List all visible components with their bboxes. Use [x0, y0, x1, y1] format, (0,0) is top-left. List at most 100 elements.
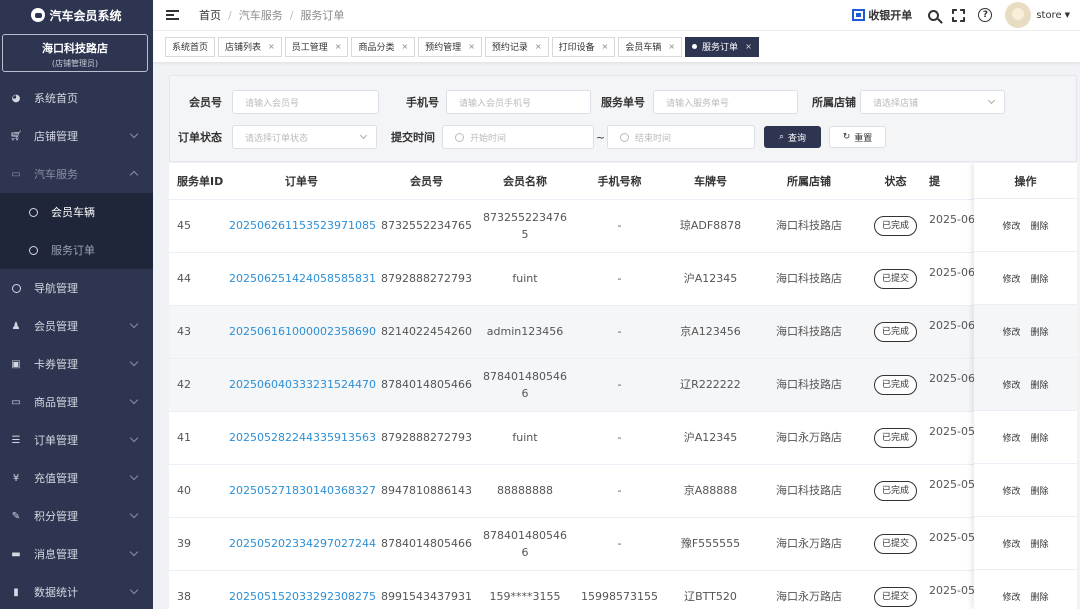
operation-cell: 修改 删除: [974, 464, 1077, 517]
order-status-select[interactable]: 请选择订单状态: [232, 125, 377, 149]
query-label: 查询: [788, 133, 807, 144]
search-icon[interactable]: [928, 9, 940, 21]
cell-order-no[interactable]: 202505202334297027244: [229, 517, 376, 571]
tags-view: 系统首页 店铺列表 × 员工管理 × 商品分类 × 预约管理 × 预约记录 × 打印设备 ×…: [153, 30, 1080, 63]
chevron-up-icon: [129, 170, 139, 180]
delete-link[interactable]: 删除: [1031, 378, 1049, 391]
phone-input[interactable]: 请输入会员手机号: [446, 90, 591, 114]
delete-link[interactable]: 删除: [1031, 272, 1049, 285]
active-dot-icon: [692, 44, 698, 49]
close-icon[interactable]: ×: [401, 42, 408, 51]
help-icon[interactable]: ?: [978, 8, 993, 22]
edit-link[interactable]: 修改: [1002, 219, 1020, 232]
reset-button[interactable]: ↻ 重置: [829, 126, 886, 148]
cashier-button[interactable]: 收银开单: [852, 7, 912, 23]
delete-link[interactable]: 删除: [1031, 431, 1049, 444]
sidebar-item-navigation[interactable]: 导航管理: [0, 269, 153, 307]
tab-label: 服务订单: [702, 43, 739, 53]
cell-order-no[interactable]: 202505282244335913563: [229, 411, 376, 465]
cell-status: 已提交: [865, 517, 926, 571]
member-no-input[interactable]: 请输入会员号: [232, 90, 379, 114]
sidebar-item-member-vehicle[interactable]: 会员车辆: [0, 193, 153, 231]
cell-id: 39: [169, 517, 229, 571]
end-time-input[interactable]: 结束时间: [607, 125, 755, 149]
start-time-input[interactable]: 开始时间: [442, 125, 594, 149]
sidebar-item-recharge[interactable]: ¥ 充值管理: [0, 459, 153, 497]
sidebar-item-service-order[interactable]: 服务订单: [0, 231, 153, 269]
tab-store-list[interactable]: 店铺列表 ×: [218, 36, 282, 57]
sidebar-item-message[interactable]: ▬ 消息管理: [0, 535, 153, 573]
query-button[interactable]: ⌕ 查询: [764, 126, 821, 148]
sidebar-item-statistics[interactable]: ▮ 数据统计: [0, 573, 153, 609]
sidebar-item-goods[interactable]: ▭ 商品管理: [0, 383, 153, 421]
sidebar-item-member[interactable]: ♟ 会员管理: [0, 307, 153, 345]
close-icon[interactable]: ×: [745, 42, 752, 51]
avatar[interactable]: [1005, 2, 1032, 28]
fullscreen-icon[interactable]: [952, 8, 966, 22]
chevron-down-icon: [129, 395, 139, 405]
placeholder: 请输入服务单号: [666, 98, 730, 109]
edit-link[interactable]: 修改: [1002, 484, 1020, 497]
tab-goods-category[interactable]: 商品分类 ×: [351, 36, 416, 57]
store-select[interactable]: 请选择店铺: [860, 90, 1005, 114]
sidebar-item-points[interactable]: ✎ 积分管理: [0, 497, 153, 535]
close-icon[interactable]: ×: [268, 42, 275, 51]
operation-cell: 修改 删除: [974, 517, 1077, 570]
delete-link[interactable]: 删除: [1031, 537, 1049, 550]
cell-store: 海口永万路店: [753, 570, 865, 609]
service-no-input[interactable]: 请输入服务单号: [653, 90, 798, 114]
edit-link[interactable]: 修改: [1002, 590, 1020, 603]
table-row: 41 202505282244335913563 8792888272793 fuin…: [169, 411, 1077, 465]
sidebar-item-store[interactable]: 🛒︎ 店铺管理: [0, 117, 153, 155]
tab-booking[interactable]: 预约管理 ×: [418, 36, 482, 57]
close-icon[interactable]: ×: [468, 42, 475, 51]
edit-link[interactable]: 修改: [1002, 431, 1020, 444]
cell-id: 40: [169, 464, 229, 518]
tab-printer[interactable]: 打印设备 ×: [551, 36, 616, 57]
delete-link[interactable]: 删除: [1031, 325, 1049, 338]
sidebar: 汽车会员系统 海口科技路店 (店铺管理员) ◕ 系统首页 🛒︎ 店铺管理 ▭ 汽…: [0, 0, 153, 609]
store-selector[interactable]: 海口科技路店 (店铺管理员): [2, 34, 148, 72]
sidebar-item-coupon[interactable]: ▣ 卡券管理: [0, 345, 153, 383]
chevron-down-icon: [987, 96, 996, 105]
delete-link[interactable]: 删除: [1031, 219, 1049, 232]
close-icon[interactable]: ×: [602, 42, 609, 51]
cell-order-no[interactable]: 202506040333231524470: [229, 358, 376, 412]
sidebar-item-label: 汽车服务: [34, 168, 78, 181]
placeholder: 请选择订单状态: [245, 133, 309, 144]
submenu-car-service: 会员车辆 服务订单: [0, 193, 153, 269]
menu-toggle-icon[interactable]: [166, 10, 179, 20]
sidebar-item-order[interactable]: ☰ 订单管理: [0, 421, 153, 459]
close-icon[interactable]: ×: [535, 42, 542, 51]
tab-staff[interactable]: 员工管理 ×: [284, 36, 349, 57]
sidebar-item-label: 消息管理: [34, 548, 78, 561]
cell-order-no[interactable]: 202505152033292308275: [229, 570, 376, 609]
tab-service-order[interactable]: 服务订单 ×: [685, 36, 759, 57]
close-icon[interactable]: ×: [668, 42, 675, 51]
cell-order-no[interactable]: 202506251424058585831: [229, 252, 376, 306]
edit-link[interactable]: 修改: [1002, 272, 1020, 285]
cell-id: 38: [169, 570, 229, 609]
briefcase-icon: ▭: [11, 168, 21, 180]
edit-link[interactable]: 修改: [1002, 537, 1020, 550]
user-menu[interactable]: store ▼: [1036, 10, 1070, 21]
cell-member-name: fuint: [479, 411, 571, 465]
edit-link[interactable]: 修改: [1002, 325, 1020, 338]
cell-phone: -: [571, 411, 668, 465]
cell-id: 44: [169, 252, 229, 306]
tab-booking-record[interactable]: 预约记录 ×: [484, 36, 549, 57]
breadcrumb-home[interactable]: 首页: [199, 7, 221, 23]
tab-member-vehicle[interactable]: 会员车辆 ×: [618, 36, 683, 57]
tab-dashboard[interactable]: 系统首页: [165, 36, 216, 57]
sidebar-item-car-service[interactable]: ▭ 汽车服务: [0, 155, 153, 193]
edit-link[interactable]: 修改: [1002, 378, 1020, 391]
cell-order-no[interactable]: 202506161000002358690: [229, 305, 376, 359]
cell-member-name: 159****3155: [479, 570, 571, 609]
close-icon[interactable]: ×: [335, 42, 342, 51]
delete-link[interactable]: 删除: [1031, 590, 1049, 603]
cell-order-no[interactable]: 202505271830140368327: [229, 464, 376, 518]
sidebar-item-dashboard[interactable]: ◕ 系统首页: [0, 79, 153, 117]
chevron-down-icon: [129, 357, 139, 367]
delete-link[interactable]: 删除: [1031, 484, 1049, 497]
cell-order-no[interactable]: 202506261153523971085: [229, 199, 376, 253]
